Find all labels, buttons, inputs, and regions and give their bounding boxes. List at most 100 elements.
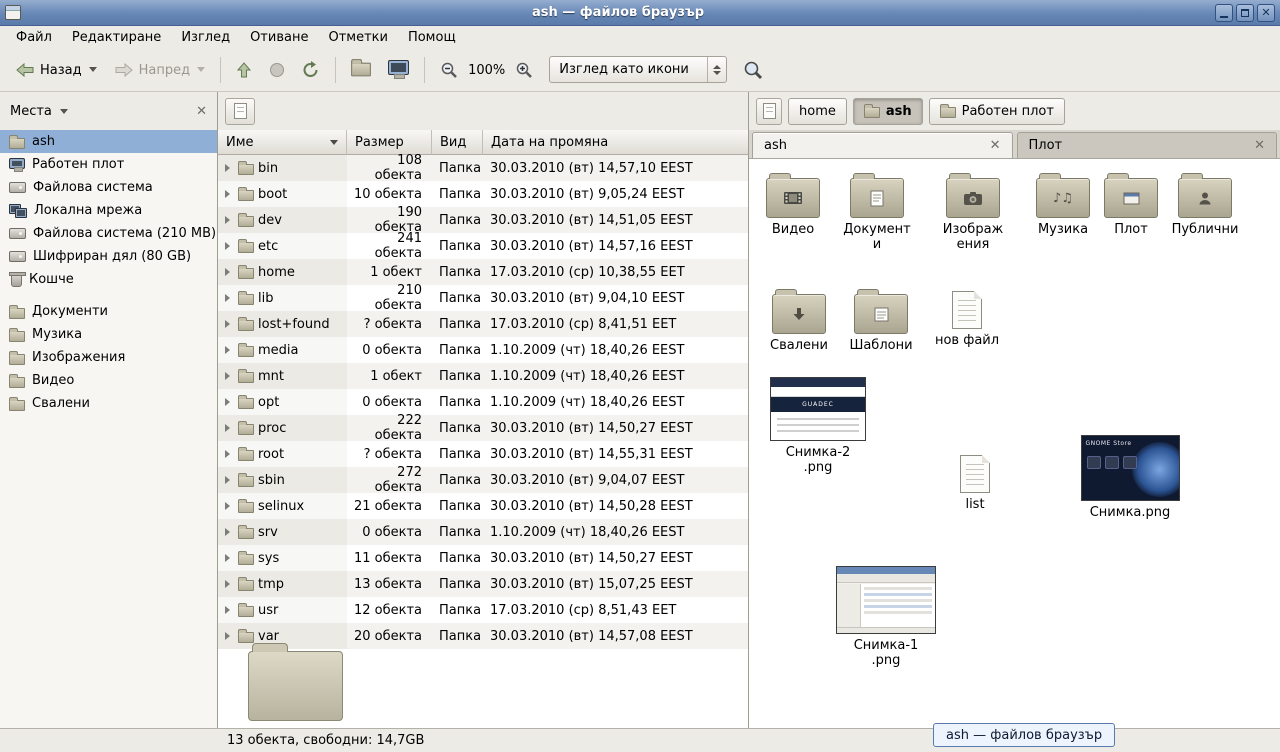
reload-button[interactable] bbox=[295, 54, 327, 86]
expander-icon[interactable] bbox=[225, 554, 230, 562]
table-row[interactable]: srv0 обектаПапка1.10.2009 (чт) 18,40,26 … bbox=[218, 519, 748, 545]
file-item-snimka2[interactable]: GUADEC Снимка-2.png bbox=[763, 377, 873, 475]
table-row[interactable]: mnt1 обектПапка1.10.2009 (чт) 18,40,26 E… bbox=[218, 363, 748, 389]
table-row[interactable]: lib210 обектаПапка30.03.2010 (вт) 9,04,1… bbox=[218, 285, 748, 311]
menu-bookmarks[interactable]: Отметки bbox=[318, 28, 397, 47]
sidebar-item-ash[interactable]: ash bbox=[0, 130, 217, 153]
column-header-date[interactable]: Дата на промяна bbox=[483, 130, 748, 155]
expander-icon[interactable] bbox=[225, 190, 230, 198]
close-button[interactable]: ✕ bbox=[1257, 4, 1275, 22]
expander-icon[interactable] bbox=[225, 580, 230, 588]
folder-item-desktop[interactable]: Плот bbox=[1095, 171, 1167, 237]
forward-button[interactable]: Напред bbox=[107, 54, 212, 86]
table-row[interactable]: usr12 обектаПапка17.03.2010 (ср) 8,51,43… bbox=[218, 597, 748, 623]
expander-icon[interactable] bbox=[225, 242, 230, 250]
home-button[interactable] bbox=[344, 54, 378, 86]
column-header-type[interactable]: Вид bbox=[432, 130, 483, 155]
menu-help[interactable]: Помощ bbox=[398, 28, 466, 47]
sidebar-title[interactable]: Места bbox=[10, 104, 52, 119]
file-item-snimka1[interactable]: Снимка-1.png bbox=[831, 566, 941, 668]
table-row[interactable]: media0 обектаПапка1.10.2009 (чт) 18,40,2… bbox=[218, 337, 748, 363]
tab-desktop[interactable]: Плот ✕ bbox=[1017, 132, 1278, 158]
sidebar-item-filesystem[interactable]: Файлова система bbox=[0, 176, 217, 199]
path-button-desktop[interactable]: Работен плот bbox=[929, 98, 1065, 125]
minimize-button[interactable] bbox=[1215, 4, 1233, 22]
folder-item-downloads[interactable]: Свалени bbox=[757, 287, 841, 353]
expander-icon[interactable] bbox=[225, 294, 230, 302]
path-button-home[interactable]: home bbox=[788, 98, 847, 125]
sidebar-item-network[interactable]: Локална мрежа bbox=[0, 199, 217, 222]
expander-icon[interactable] bbox=[225, 476, 230, 484]
table-row[interactable]: sbin272 обектаПапка30.03.2010 (вт) 9,04,… bbox=[218, 467, 748, 493]
expander-icon[interactable] bbox=[225, 268, 230, 276]
table-row[interactable]: home1 обектПапка17.03.2010 (ср) 10,38,55… bbox=[218, 259, 748, 285]
folder-item-music[interactable]: ♪♫ Музика bbox=[1021, 171, 1105, 237]
computer-button[interactable] bbox=[381, 54, 416, 86]
table-row[interactable]: dev190 обектаПапка30.03.2010 (вт) 14,51,… bbox=[218, 207, 748, 233]
expander-icon[interactable] bbox=[225, 632, 230, 640]
expander-icon[interactable] bbox=[225, 502, 230, 510]
expander-icon[interactable] bbox=[225, 528, 230, 536]
expander-icon[interactable] bbox=[225, 320, 230, 328]
column-header-name[interactable]: Име bbox=[218, 130, 347, 155]
sidebar-item-downloads[interactable]: Свалени bbox=[0, 392, 217, 415]
tab-ash[interactable]: ash ✕ bbox=[752, 132, 1013, 158]
view-mode-select[interactable]: Изглед като икони bbox=[549, 56, 727, 83]
table-row[interactable]: lost+found? обектаПапка17.03.2010 (ср) 8… bbox=[218, 311, 748, 337]
expander-icon[interactable] bbox=[225, 606, 230, 614]
table-row[interactable]: tmp13 обектаПапка30.03.2010 (вт) 15,07,2… bbox=[218, 571, 748, 597]
sidebar-item-encrypted[interactable]: Шифриран дял (80 GB) bbox=[0, 245, 217, 268]
menu-view[interactable]: Изглед bbox=[171, 28, 240, 47]
sidebar-item-music[interactable]: Музика bbox=[0, 323, 217, 346]
file-item-snimka[interactable]: GNOME Store Снимка.png bbox=[1070, 435, 1190, 520]
tab-close-button[interactable]: ✕ bbox=[990, 139, 1001, 152]
back-button[interactable]: Назад bbox=[8, 54, 104, 86]
zoom-in-button[interactable] bbox=[508, 54, 540, 86]
location-toggle-button[interactable] bbox=[225, 98, 255, 125]
table-row[interactable]: boot10 обектаПапка30.03.2010 (вт) 9,05,2… bbox=[218, 181, 748, 207]
table-row[interactable]: etc241 обектаПапка30.03.2010 (вт) 14,57,… bbox=[218, 233, 748, 259]
file-item-new-file[interactable]: нов файл bbox=[925, 283, 1009, 348]
expander-icon[interactable] bbox=[225, 450, 230, 458]
sidebar-item-trash[interactable]: Кошче bbox=[0, 268, 217, 291]
sidebar-item-pictures[interactable]: Изображения bbox=[0, 346, 217, 369]
sidebar-item-documents[interactable]: Документи bbox=[0, 300, 217, 323]
folder-item-documents[interactable]: Документи bbox=[835, 171, 919, 252]
table-row[interactable]: opt0 обектаПапка1.10.2009 (чт) 18,40,26 … bbox=[218, 389, 748, 415]
location-toggle-button[interactable] bbox=[756, 98, 782, 125]
table-row[interactable]: selinux21 обектаПапка30.03.2010 (вт) 14,… bbox=[218, 493, 748, 519]
expander-icon[interactable] bbox=[225, 424, 230, 432]
folder-item-pictures[interactable]: Изображения bbox=[925, 171, 1021, 252]
table-row[interactable]: bin108 обектаПапка30.03.2010 (вт) 14,57,… bbox=[218, 155, 748, 181]
sidebar-close-button[interactable]: ✕ bbox=[196, 105, 207, 118]
expander-icon[interactable] bbox=[225, 346, 230, 354]
sidebar-item-desktop[interactable]: Работен плот bbox=[0, 153, 217, 176]
zoom-in-icon bbox=[515, 61, 533, 79]
file-item-list[interactable]: list bbox=[935, 447, 1015, 512]
expander-icon[interactable] bbox=[225, 164, 230, 172]
expander-icon[interactable] bbox=[225, 216, 230, 224]
table-row[interactable]: sys11 обектаПапка30.03.2010 (вт) 14,50,2… bbox=[218, 545, 748, 571]
menu-go[interactable]: Отиване bbox=[240, 28, 318, 47]
zoom-out-button[interactable] bbox=[433, 54, 465, 86]
folder-item-public[interactable]: Публични bbox=[1166, 171, 1244, 237]
column-header-size[interactable]: Размер bbox=[347, 130, 432, 155]
folder-item-templates[interactable]: Шаблони bbox=[839, 287, 923, 353]
up-button[interactable] bbox=[229, 54, 259, 86]
menu-edit[interactable]: Редактиране bbox=[62, 28, 171, 47]
sidebar-item-video[interactable]: Видео bbox=[0, 369, 217, 392]
table-row[interactable]: proc222 обектаПапка30.03.2010 (вт) 14,50… bbox=[218, 415, 748, 441]
maximize-button[interactable] bbox=[1236, 4, 1254, 22]
tab-close-button[interactable]: ✕ bbox=[1254, 139, 1265, 152]
camera-icon bbox=[963, 191, 983, 206]
table-row[interactable]: var20 обектаПапка30.03.2010 (вт) 14,57,0… bbox=[218, 623, 748, 649]
path-button-ash[interactable]: ash bbox=[853, 98, 923, 125]
stop-button[interactable] bbox=[262, 54, 292, 86]
expander-icon[interactable] bbox=[225, 398, 230, 406]
menu-file[interactable]: Файл bbox=[6, 28, 62, 47]
expander-icon[interactable] bbox=[225, 372, 230, 380]
folder-item-video[interactable]: Видео bbox=[751, 171, 835, 237]
search-button[interactable] bbox=[736, 54, 770, 86]
sidebar-item-filesystem-210mb[interactable]: Файлова система (210 MB) bbox=[0, 222, 217, 245]
table-row[interactable]: root? обектаПапка30.03.2010 (вт) 14,55,3… bbox=[218, 441, 748, 467]
